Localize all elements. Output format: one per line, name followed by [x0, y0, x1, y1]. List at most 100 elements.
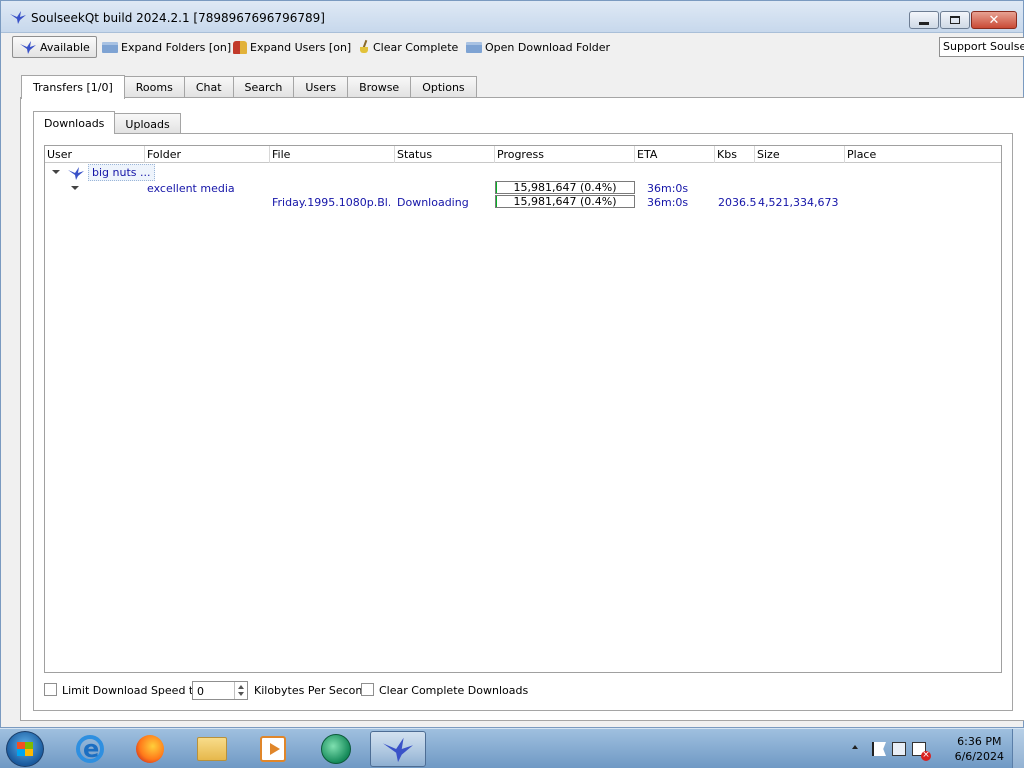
taskbar-soulseek[interactable]	[370, 731, 426, 767]
user-bird-icon	[67, 165, 85, 181]
table-row-user[interactable]: big nuts ...	[67, 164, 155, 181]
file-status: Downloading	[397, 196, 469, 209]
taskbar-file-explorer[interactable]	[184, 731, 240, 767]
taskbar-internet-explorer[interactable]	[62, 731, 118, 767]
title-bar[interactable]: SoulseekQt build 2024.2.1 [7898967696796…	[1, 1, 1023, 33]
minimize-button[interactable]	[909, 11, 939, 29]
maximize-button[interactable]	[940, 11, 970, 29]
speed-limit-value: 0	[197, 685, 204, 698]
kilobytes-per-second-label: Kilobytes Per Second	[254, 684, 370, 697]
tab-uploads[interactable]: Uploads	[115, 113, 181, 134]
column-header-place[interactable]: Place	[845, 146, 1001, 163]
soulseek-bird-icon	[381, 734, 415, 764]
taskbar-clock[interactable]: 6:36 PM 6/6/2024	[955, 734, 1004, 764]
limit-speed-checkbox[interactable]	[44, 683, 57, 696]
close-button[interactable]: ✕	[971, 11, 1017, 29]
soulseek-window: SoulseekQt build 2024.2.1 [7898967696796…	[0, 0, 1024, 728]
folder-eta: 36m:0s	[647, 182, 689, 195]
column-header-kbs[interactable]: Kbs	[715, 146, 755, 163]
downloads-tree-table[interactable]: User Folder File Status Progress ETA Kbs…	[44, 145, 1002, 673]
expand-user-icon[interactable]	[52, 170, 60, 174]
folder-progress-text: 15,981,647 (0.4%)	[513, 181, 617, 194]
clear-complete-downloads-checkbox[interactable]	[361, 683, 374, 696]
tab-browse[interactable]: Browse	[348, 76, 412, 98]
column-header-eta[interactable]: ETA	[635, 146, 715, 163]
spin-buttons	[234, 682, 247, 699]
window-title: SoulseekQt build 2024.2.1 [7898967696796…	[31, 11, 325, 25]
start-button[interactable]	[6, 731, 44, 767]
download-options-bar: Limit Download Speed to 0 Kilobytes Per …	[44, 681, 1004, 701]
expand-folder-icon[interactable]	[71, 186, 79, 190]
available-button[interactable]: Available	[12, 36, 97, 58]
clear-complete-button[interactable]: Clear Complete	[355, 36, 461, 58]
users-icon	[233, 40, 247, 54]
user-name: big nuts ...	[88, 164, 155, 181]
tab-chat[interactable]: Chat	[184, 76, 234, 98]
show-hidden-icons-icon[interactable]	[852, 745, 858, 749]
expand-users-button[interactable]: Expand Users [on]	[230, 36, 354, 58]
taskbar-firefox[interactable]	[122, 731, 178, 767]
tab-users[interactable]: Users	[294, 76, 349, 98]
support-soulseek-button[interactable]: Support Soulseek	[939, 37, 1024, 57]
tab-transfers[interactable]: Transfers [1/0]	[21, 75, 125, 99]
window-controls: ✕	[909, 11, 1017, 29]
file-progress-fill	[496, 196, 497, 207]
folder-icon	[466, 42, 482, 53]
clear-complete-label: Clear Complete	[373, 40, 459, 54]
file-name[interactable]: Friday.1995.1080p.Bl...	[272, 196, 390, 209]
tab-options[interactable]: Options	[411, 76, 477, 98]
clock-date: 6/6/2024	[954, 750, 1004, 763]
folder-progress-fill	[496, 182, 497, 193]
tab-search[interactable]: Search	[233, 76, 295, 98]
file-eta: 36m:0s	[647, 196, 689, 209]
open-download-folder-button[interactable]: Open Download Folder	[463, 36, 613, 58]
open-download-folder-label: Open Download Folder	[485, 40, 611, 54]
tab-downloads[interactable]: Downloads	[33, 111, 116, 134]
toolbar: Available Expand Folders [on] Expand Use…	[1, 33, 1024, 63]
firefox-icon	[136, 735, 164, 763]
close-icon: ✕	[988, 12, 1000, 28]
clear-complete-downloads-label: Clear Complete Downloads	[379, 684, 529, 697]
sub-tab-bar: Downloads Uploads	[33, 111, 181, 134]
folder-icon	[102, 42, 118, 53]
expand-folders-button[interactable]: Expand Folders [on]	[99, 36, 234, 58]
folder-progress-bar: 15,981,647 (0.4%)	[495, 181, 635, 194]
spin-up-icon[interactable]	[238, 685, 244, 689]
media-player-icon	[260, 736, 286, 762]
show-desktop-button[interactable]	[1012, 729, 1024, 768]
column-header-status[interactable]: Status	[395, 146, 495, 163]
file-explorer-icon	[197, 737, 227, 761]
file-size: 4,521,334,673	[758, 196, 839, 209]
column-header-progress[interactable]: Progress	[495, 146, 635, 163]
internet-explorer-icon	[76, 735, 104, 763]
maximize-icon	[950, 16, 960, 24]
broom-icon	[358, 40, 370, 54]
minimize-icon	[919, 21, 929, 25]
column-header-size[interactable]: Size	[755, 146, 845, 163]
available-label: Available	[40, 40, 90, 54]
soulseek-bird-icon	[19, 39, 37, 55]
limit-speed-label: Limit Download Speed to	[62, 684, 200, 697]
system-tray: 6:36 PM 6/6/2024	[834, 729, 1024, 768]
file-kbs: 2036.5	[718, 196, 757, 209]
network-icon[interactable]	[892, 742, 906, 756]
action-center-flag-icon[interactable]	[872, 742, 886, 756]
taskbar: 6:36 PM 6/6/2024	[0, 728, 1024, 768]
column-header-folder[interactable]: Folder	[145, 146, 270, 163]
speed-limit-spinbox[interactable]: 0	[192, 681, 248, 700]
file-progress-bar: 15,981,647 (0.4%)	[495, 195, 635, 208]
folder-name[interactable]: excellent media	[147, 182, 235, 195]
clock-time: 6:36 PM	[957, 735, 1002, 748]
taskbar-green-app[interactable]	[308, 731, 364, 767]
spin-down-icon[interactable]	[238, 692, 244, 696]
file-progress-text: 15,981,647 (0.4%)	[513, 195, 617, 208]
tab-rooms[interactable]: Rooms	[124, 76, 185, 98]
expand-folders-label: Expand Folders [on]	[121, 40, 232, 54]
volume-muted-icon[interactable]	[912, 742, 931, 761]
taskbar-media-player[interactable]	[245, 731, 301, 767]
column-header-user[interactable]: User	[45, 146, 145, 163]
column-header-file[interactable]: File	[270, 146, 395, 163]
green-app-icon	[321, 734, 351, 764]
expand-users-label: Expand Users [on]	[250, 40, 352, 54]
soulseek-bird-icon	[9, 9, 27, 25]
